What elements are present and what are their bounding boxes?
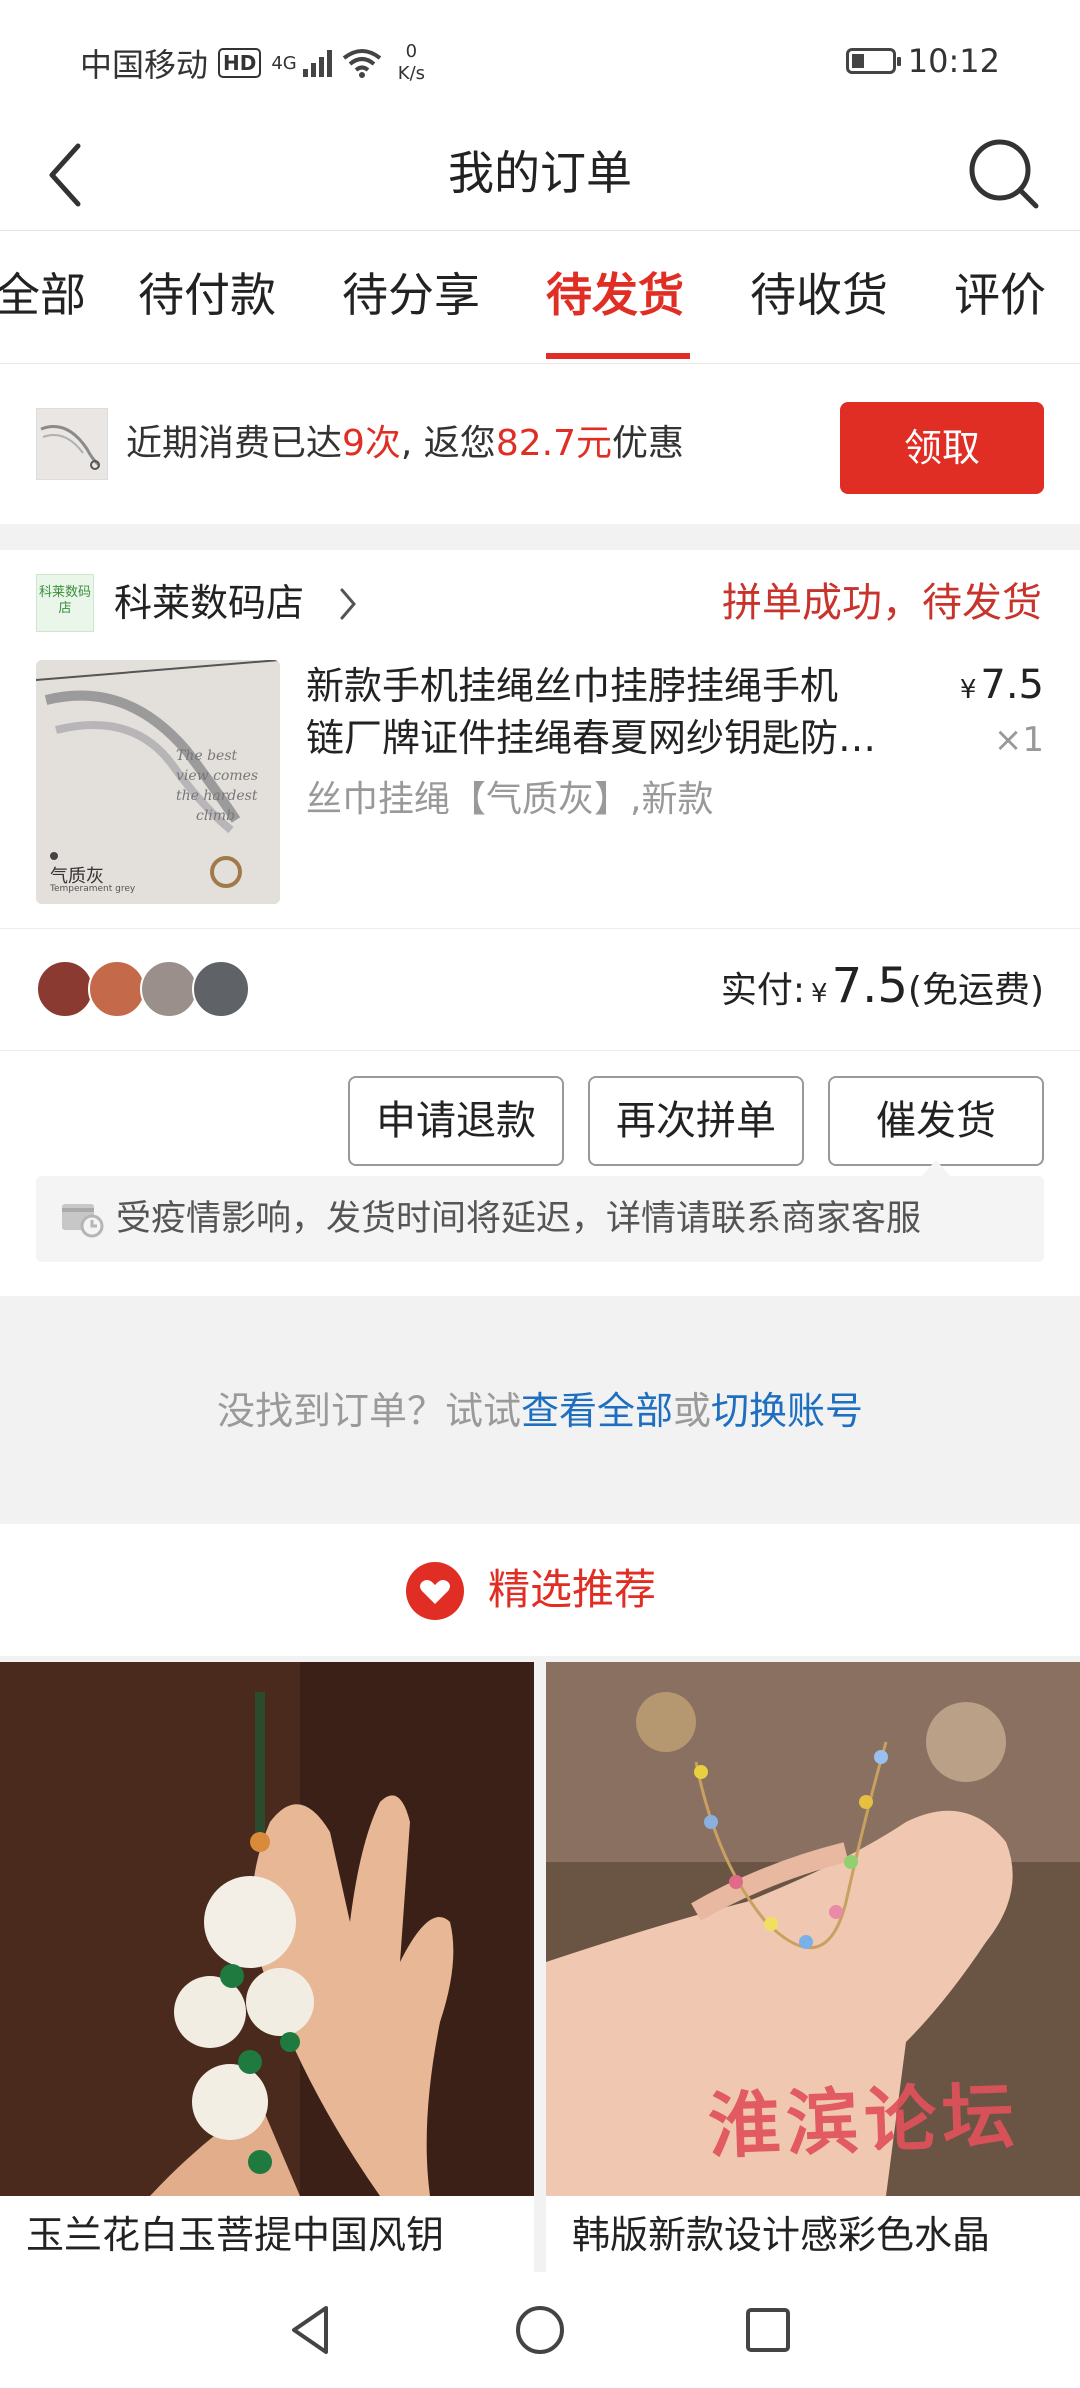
rebate-product-thumbnail bbox=[36, 408, 108, 480]
order-card: 科莱数码店 科莱数码店 拼单成功，待发货 The best view comes… bbox=[0, 550, 1080, 1296]
carrier-label: 中国移动 bbox=[80, 46, 209, 84]
battery-icon bbox=[845, 48, 901, 74]
recommend-item-image: 淮滨论坛 bbox=[546, 1662, 1080, 2196]
avatar bbox=[88, 960, 146, 1018]
price-currency: ¥ bbox=[959, 675, 977, 705]
nav-recents-icon[interactable] bbox=[738, 2300, 798, 2360]
tip-text-mid: 或 bbox=[673, 1389, 712, 1433]
shipping-delay-notice: 受疫情影响，发货时间将延迟，详情请联系商家客服 bbox=[36, 1176, 1044, 1262]
tip-text-pre: 没找到订单？试试 bbox=[216, 1389, 521, 1433]
paid-label: 实付: bbox=[720, 970, 806, 1011]
rebate-banner: 近期消费已达9次, 返您82.7元优惠 领取 bbox=[0, 364, 1080, 524]
svg-text:view comes: view comes bbox=[176, 768, 258, 784]
forum-watermark: 淮滨论坛 bbox=[706, 2072, 1022, 2169]
shop-name[interactable]: 科莱数码店 bbox=[114, 574, 304, 632]
wifi-icon bbox=[342, 49, 381, 78]
nav-back-icon[interactable] bbox=[280, 2300, 340, 2360]
tab-pending-shipment[interactable]: 待发货 bbox=[546, 267, 684, 323]
chevron-right-icon[interactable] bbox=[338, 586, 358, 622]
divider bbox=[0, 1050, 1080, 1051]
recommend-item-image bbox=[0, 1662, 534, 2196]
net-speed-value: 0 bbox=[405, 41, 418, 62]
tab-all[interactable]: 全部 bbox=[0, 267, 86, 323]
order-tabs: 全部 待付款 待分享 待发货 待收货 评价 bbox=[0, 231, 1080, 364]
order-status: 拼单成功，待发货 bbox=[722, 580, 1042, 626]
rebate-count: 9次 bbox=[342, 423, 401, 464]
recommend-item[interactable]: 淮滨论坛 韩版新款设计感彩色水晶 bbox=[546, 1662, 1080, 2272]
rebate-text-post: 优惠 bbox=[611, 423, 684, 464]
svg-text:The best: The best bbox=[176, 748, 238, 764]
refund-button[interactable]: 申请退款 bbox=[348, 1076, 564, 1166]
paid-total: 实付: ¥7.5(免运费) bbox=[721, 948, 1044, 1032]
tab-review[interactable]: 评价 bbox=[954, 267, 1046, 323]
urge-shipment-button[interactable]: 催发货 bbox=[828, 1076, 1044, 1166]
status-left: 中国移动 HD 4G 0 K/s bbox=[80, 40, 425, 86]
not-found-tip: 没找到订单？试试查看全部或切换账号 bbox=[0, 1380, 1080, 1435]
recommend-item-title: 韩版新款设计感彩色水晶 bbox=[572, 2213, 991, 2257]
avatar bbox=[36, 960, 94, 1018]
avatar bbox=[140, 960, 198, 1018]
shop-logo[interactable]: 科莱数码店 bbox=[36, 574, 94, 632]
price-value: 7.5 bbox=[980, 662, 1044, 708]
paid-currency: ¥ bbox=[811, 979, 828, 1009]
product-price: ¥7.5 bbox=[960, 662, 1044, 708]
signal-icon bbox=[302, 49, 332, 77]
product-spec: 丝巾挂绳【气质灰】,新款 bbox=[306, 779, 714, 820]
svg-text:the hardest: the hardest bbox=[176, 788, 258, 804]
notice-text: 受疫情影响，发货时间将延迟，详情请联系商家客服 bbox=[116, 1199, 922, 1239]
page-title: 我的订单 bbox=[448, 146, 632, 200]
net-speed-unit: K/s bbox=[397, 63, 426, 84]
recommend-item[interactable]: 玉兰花白玉菩提中国风钥 bbox=[0, 1662, 534, 2272]
product-image-caption-sub: Temperament grey bbox=[50, 884, 136, 894]
product-image[interactable]: The best view comes the hardest climb 气质… bbox=[36, 660, 280, 904]
rebate-text-mid: , 返您 bbox=[400, 423, 496, 464]
product-title[interactable]: 新款手机挂绳丝巾挂脖挂绳手机 链厂牌证件挂绳春夏网纱钥匙防… bbox=[306, 660, 926, 764]
system-nav-bar bbox=[0, 2272, 1080, 2388]
active-tab-indicator bbox=[546, 353, 690, 359]
recommend-item-title: 玉兰花白玉菩提中国风钥 bbox=[26, 2213, 445, 2257]
tab-pending-receipt[interactable]: 待收货 bbox=[750, 267, 888, 323]
paid-amount: 7.5 bbox=[831, 958, 908, 1014]
tab-pending-payment[interactable]: 待付款 bbox=[138, 267, 276, 323]
divider bbox=[0, 928, 1080, 929]
regroup-button[interactable]: 再次拼单 bbox=[588, 1076, 804, 1166]
hd-badge: HD bbox=[218, 48, 262, 78]
product-quantity: ×1 bbox=[993, 720, 1044, 760]
view-all-link[interactable]: 查看全部 bbox=[521, 1389, 673, 1433]
status-bar: 中国移动 HD 4G 0 K/s 10:12 bbox=[0, 0, 1080, 120]
recommend-header: 精选推荐 bbox=[0, 1524, 1080, 1656]
group-members-avatars[interactable] bbox=[36, 960, 250, 1018]
heart-badge-icon bbox=[406, 1562, 464, 1620]
product-title-line1: 新款手机挂绳丝巾挂脖挂绳手机 bbox=[306, 664, 839, 708]
rebate-text-pre: 近期消费已达 bbox=[126, 423, 343, 464]
network-type: 4G bbox=[271, 52, 297, 74]
clock: 10:12 bbox=[907, 42, 1000, 80]
delivery-clock-icon bbox=[62, 1204, 104, 1238]
claim-button[interactable]: 领取 bbox=[840, 402, 1044, 494]
svg-text:climb: climb bbox=[196, 808, 235, 824]
rebate-text: 近期消费已达9次, 返您82.7元优惠 bbox=[126, 416, 684, 472]
tab-pending-share[interactable]: 待分享 bbox=[342, 267, 480, 323]
header: 我的订单 bbox=[0, 120, 1080, 231]
nav-home-icon[interactable] bbox=[510, 2300, 570, 2360]
avatar bbox=[192, 960, 250, 1018]
status-right: 10:12 bbox=[845, 42, 1000, 80]
switch-account-link[interactable]: 切换账号 bbox=[711, 1389, 863, 1433]
recommend-title: 精选推荐 bbox=[488, 1565, 657, 1614]
rebate-amount: 82.7元 bbox=[495, 423, 612, 464]
shipping-note: (免运费) bbox=[907, 970, 1044, 1011]
notice-pointer bbox=[922, 1160, 950, 1176]
search-icon[interactable] bbox=[964, 134, 1044, 214]
net-speed: 0 K/s bbox=[398, 41, 425, 85]
product-title-line2: 链厂牌证件挂绳春夏网纱钥匙防… bbox=[306, 716, 877, 760]
